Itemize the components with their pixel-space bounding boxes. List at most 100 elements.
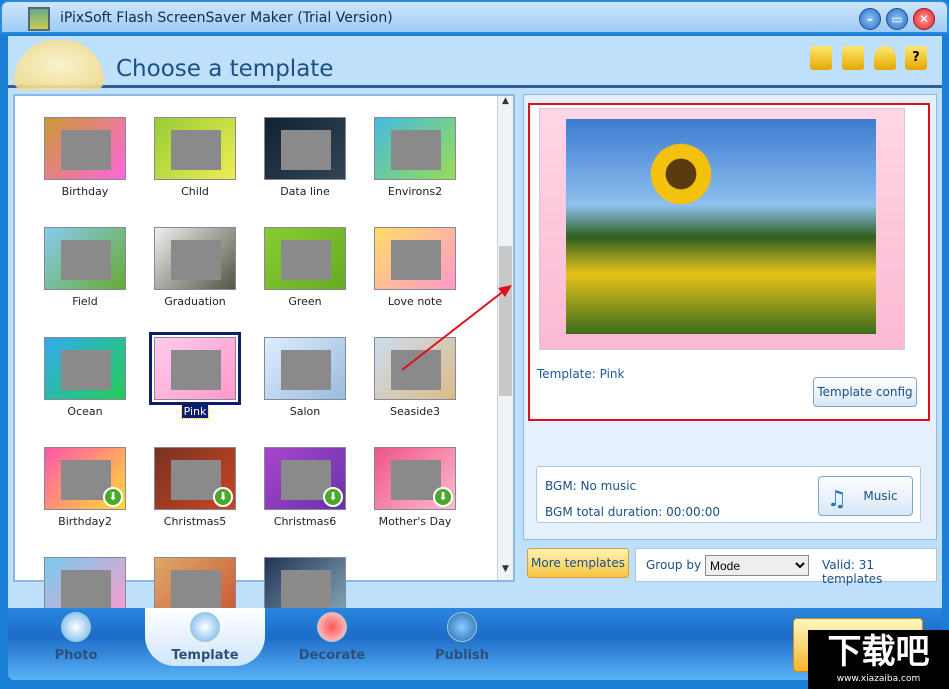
template-item[interactable]: Pink	[140, 332, 250, 419]
more-templates-button[interactable]: More templates	[527, 548, 629, 578]
photo-icon	[61, 612, 91, 642]
template-name-label: Template: Pink	[537, 367, 625, 381]
nav-label: Photo	[54, 648, 98, 663]
template-thumbnail: ⬇	[44, 447, 126, 510]
template-label: Birthday	[61, 185, 109, 198]
music-button-label: Music	[863, 489, 898, 503]
template-label: Pink	[180, 404, 210, 419]
template-thumbnail	[149, 332, 241, 405]
template-thumbnail: ⬇	[154, 447, 236, 510]
template-thumbnail	[264, 337, 346, 400]
heart-icon	[317, 612, 347, 642]
page-title: Choose a template	[116, 56, 334, 82]
template-label: Mother's Day	[378, 515, 452, 528]
nav-label: Publish	[435, 648, 489, 663]
template-label: Environs2	[387, 185, 443, 198]
sunflower-photo	[566, 119, 876, 334]
template-item[interactable]: Environs2	[360, 117, 470, 198]
nav-publish[interactable]: Publish	[402, 608, 522, 668]
bottom-nav: Photo Template Decorate Publish	[8, 608, 942, 680]
download-icon: ⬇	[213, 487, 233, 507]
scrollbar[interactable]: ▲ ▼	[497, 96, 513, 580]
template-thumbnail	[264, 117, 346, 180]
nav-photo[interactable]: Photo	[16, 608, 136, 668]
template-item[interactable]: Salon	[250, 337, 360, 418]
template-thumbnail	[154, 117, 236, 180]
template-label: Green	[288, 295, 322, 308]
music-button[interactable]: ♫ Music	[818, 476, 913, 516]
header: Choose a template ?	[8, 36, 942, 90]
template-label: Graduation	[164, 295, 226, 308]
download-icon: ⬇	[433, 487, 453, 507]
close-button[interactable]: ✕	[913, 8, 935, 30]
music-note-icon: ♫	[827, 487, 847, 512]
template-item[interactable]: Data line	[250, 117, 360, 198]
template-label: Christmas6	[273, 515, 337, 528]
help-icon[interactable]: ?	[905, 46, 927, 70]
bgm-music: BGM: No music	[545, 479, 637, 493]
template-item[interactable]: Ocean	[30, 337, 140, 418]
template-thumbnail	[374, 117, 456, 180]
template-item[interactable]: Graduation	[140, 227, 250, 308]
nav-decorate[interactable]: Decorate	[272, 608, 392, 668]
folder-icon[interactable]	[810, 46, 832, 70]
bgm-duration: BGM total duration: 00:00:00	[545, 505, 720, 519]
maximize-button[interactable]: ▭	[886, 8, 908, 30]
template-label: Ocean	[67, 405, 103, 418]
scroll-up-arrow[interactable]: ▲	[498, 96, 513, 112]
template-preview: Template: Pink Template config	[528, 103, 930, 421]
template-label: Seaside3	[389, 405, 441, 418]
template-item[interactable]: Love note	[360, 227, 470, 308]
app-icon	[28, 7, 50, 31]
template-label: Field	[72, 295, 98, 308]
scroll-thumb[interactable]	[499, 246, 512, 396]
template-item[interactable]: ⬇ Christmas5	[140, 447, 250, 528]
template-item[interactable]: Green	[250, 227, 360, 308]
template-label: Love note	[387, 295, 443, 308]
template-thumbnail	[154, 227, 236, 290]
valid-count: Valid: 31 templates	[822, 558, 883, 586]
user-icon[interactable]	[874, 46, 896, 70]
group-by-label: Group by	[646, 558, 702, 572]
title-bar: iPixSoft Flash ScreenSaver Maker (Trial …	[0, 0, 949, 34]
download-icon: ⬇	[323, 487, 343, 507]
template-thumbnail	[44, 227, 126, 290]
template-thumbnail	[44, 337, 126, 400]
download-icon: ⬇	[103, 487, 123, 507]
nav-label: Decorate	[298, 648, 366, 663]
template-label: Salon	[289, 405, 321, 418]
template-thumbnail	[44, 117, 126, 180]
main-area: Choose a template ? Birthday Child Data li…	[8, 36, 942, 620]
bgm-box: BGM: No music BGM total duration: 00:00:…	[536, 466, 921, 523]
template-thumbnail: ⬇	[374, 447, 456, 510]
clover-logo	[14, 40, 104, 90]
template-footer: More templates Group by Mode Valid: 31 t…	[523, 548, 937, 586]
template-item[interactable]: ⬇ Birthday2	[30, 447, 140, 528]
window-title: iPixSoft Flash ScreenSaver Maker (Trial …	[60, 10, 393, 26]
template-thumbnail	[374, 337, 456, 400]
template-label: Christmas5	[163, 515, 227, 528]
template-list: Birthday Child Data line Environs2 Field Grad…	[13, 94, 515, 620]
template-config-button[interactable]: Template config	[813, 377, 917, 407]
template-item[interactable]: Birthday	[30, 117, 140, 198]
template-icon	[190, 612, 220, 642]
nav-template[interactable]: Template	[145, 608, 265, 666]
preview-panel: Template: Pink Template config BGM: No m…	[523, 94, 937, 540]
template-item[interactable]: Field	[30, 227, 140, 308]
nav-label: Template	[171, 648, 239, 663]
save-icon[interactable]	[842, 46, 864, 70]
template-thumbnail	[374, 227, 456, 290]
globe-icon	[447, 612, 477, 642]
template-thumbnail: ⬇	[264, 447, 346, 510]
template-label: Birthday2	[58, 515, 112, 528]
scroll-down-arrow[interactable]: ▼	[498, 564, 513, 580]
template-label: Child	[181, 185, 209, 198]
minimize-button[interactable]: –	[859, 8, 881, 30]
template-label: Data line	[280, 185, 330, 198]
template-item[interactable]: ⬇ Mother's Day	[360, 447, 470, 528]
template-item[interactable]: Child	[140, 117, 250, 198]
template-item[interactable]: ⬇ Christmas6	[250, 447, 360, 528]
preview-image	[539, 108, 905, 350]
group-by-select[interactable]: Mode	[705, 555, 809, 576]
template-item[interactable]: Seaside3	[360, 337, 470, 418]
